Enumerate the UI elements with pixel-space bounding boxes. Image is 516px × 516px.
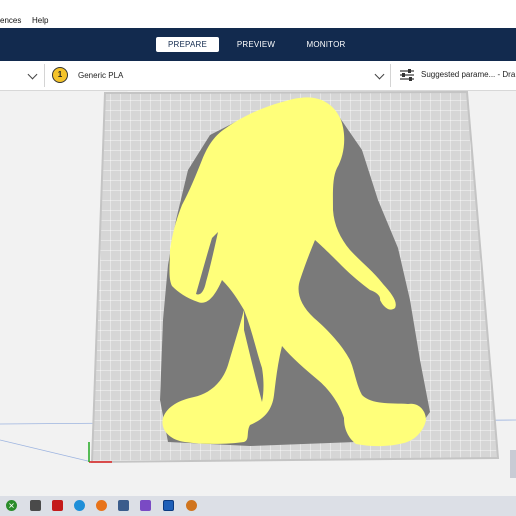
material-selector[interactable]: Generic PLA: [78, 71, 123, 80]
toolbar-divider: [390, 64, 391, 87]
extruder-number: 1: [57, 70, 63, 79]
menu-bar: ences Help: [0, 0, 516, 28]
view-widget[interactable]: [510, 450, 516, 478]
toolbar-divider: [44, 64, 45, 87]
files-icon[interactable]: [118, 500, 129, 511]
edge-icon[interactable]: [74, 500, 85, 511]
app-icon[interactable]: [30, 500, 41, 511]
svg-text:✕: ✕: [8, 502, 15, 511]
tab-prepare[interactable]: PREPARE: [156, 37, 219, 52]
chevron-down-icon[interactable]: [374, 69, 385, 80]
stage-bar: PREPARE PREVIEW MONITOR: [0, 28, 516, 61]
tab-monitor[interactable]: MONITOR: [296, 37, 356, 52]
settings-toolbar: Generic PLA Suggested parame... - Dra: [0, 61, 516, 91]
print-settings-selector[interactable]: Suggested parame... - Dra: [421, 70, 515, 79]
app-icon[interactable]: [186, 500, 197, 511]
menu-preferences[interactable]: ences: [0, 16, 21, 25]
viewport-3d[interactable]: [0, 91, 516, 496]
grid-line: [0, 439, 93, 463]
firefox-icon[interactable]: [96, 500, 107, 511]
cura-icon[interactable]: [163, 500, 174, 511]
chevron-down-icon[interactable]: [27, 69, 38, 80]
app-icon[interactable]: [140, 500, 151, 511]
sliders-icon[interactable]: [399, 68, 415, 82]
start-icon[interactable]: ✕: [6, 500, 17, 511]
taskbar: ✕: [0, 496, 516, 516]
tab-preview[interactable]: PREVIEW: [228, 37, 284, 52]
extruder-icon[interactable]: 1: [52, 67, 68, 83]
menu-help[interactable]: Help: [32, 16, 48, 25]
build-scene[interactable]: [0, 91, 516, 496]
app-icon[interactable]: [52, 500, 63, 511]
